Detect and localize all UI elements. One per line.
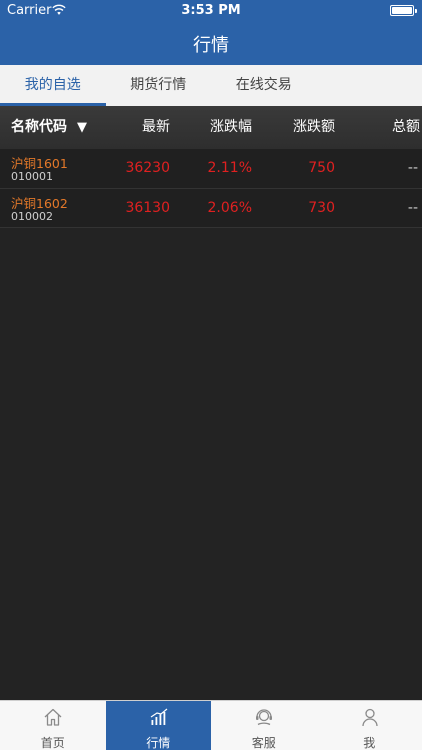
table-row[interactable]: 沪铜1602 010002 36130 2.06% 730 -- — [0, 188, 422, 228]
total-value: -- — [407, 199, 418, 216]
tab-watchlist[interactable]: 我的自选 — [0, 65, 106, 106]
person-icon — [361, 708, 378, 727]
column-header-change-amt[interactable]: 涨跌额 — [280, 106, 335, 149]
latest-price: 36230 — [125, 160, 170, 176]
tab-online-trading[interactable]: 在线交易 — [211, 65, 317, 106]
status-time: 3:53 PM — [181, 3, 241, 18]
tabbar-item-me[interactable]: 我 — [317, 701, 422, 750]
total-value: -- — [407, 160, 418, 176]
segment-tabs: 我的自选 期货行情 在线交易 — [0, 65, 422, 106]
tabbar-label: 客服 — [251, 736, 276, 750]
change-amount: 730 — [308, 199, 335, 216]
tabbar-item-support[interactable]: 客服 — [211, 701, 317, 750]
change-percent: 2.11% — [207, 160, 252, 176]
column-header-total[interactable]: 总额 — [380, 106, 420, 149]
home-icon — [44, 708, 62, 726]
contract-code: 010001 — [11, 170, 53, 183]
change-amount: 750 — [308, 160, 335, 176]
chart-icon — [150, 708, 167, 725]
battery-icon — [390, 5, 417, 16]
tabbar-label: 我 — [363, 736, 376, 750]
top-bar: Carrier 3:53 PM 行情 — [0, 0, 422, 65]
latest-price: 36130 — [125, 199, 170, 216]
column-header-change-pct[interactable]: 涨跌幅 — [200, 106, 252, 149]
tabbar-item-quotes[interactable]: 行情 — [105, 701, 211, 750]
column-header-latest[interactable]: 最新 — [140, 106, 170, 149]
quote-list: 沪铜1601 010001 36230 2.11% 750 -- 沪铜1602 … — [0, 149, 422, 228]
tab-futures-quotes[interactable]: 期货行情 — [106, 65, 212, 106]
column-header-name[interactable]: 名称代码 — [11, 106, 67, 149]
table-row[interactable]: 沪铜1601 010001 36230 2.11% 750 -- — [0, 149, 422, 189]
table-header: 名称代码 ▼ 最新 涨跌幅 涨跌额 总额 — [0, 106, 422, 149]
contract-code: 010002 — [11, 209, 53, 223]
tabbar-label: 行情 — [146, 736, 171, 750]
page-title: 行情 — [193, 35, 229, 56]
status-bar: Carrier 3:53 PM — [0, 0, 422, 22]
change-percent: 2.06% — [207, 199, 252, 216]
bottom-tab-bar: 首页 行情 客服 我 — [0, 700, 422, 750]
tabbar-item-home[interactable]: 首页 — [0, 701, 106, 750]
tabbar-label: 首页 — [40, 736, 65, 750]
headset-icon — [256, 709, 272, 726]
sort-down-icon[interactable]: ▼ — [77, 106, 87, 149]
